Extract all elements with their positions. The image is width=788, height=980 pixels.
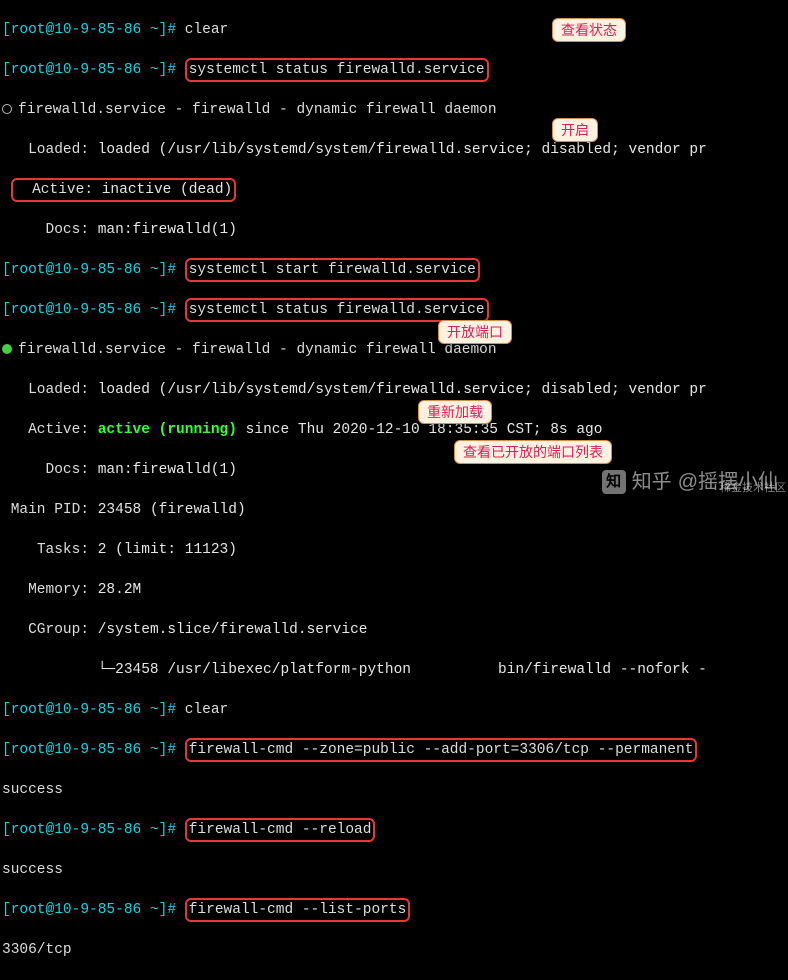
result-success1: success xyxy=(2,780,786,800)
svc2-title: firewalld.service - firewalld - dynamic … xyxy=(2,340,786,360)
prompt: [root@10-9-85-86 ~]# xyxy=(2,902,176,918)
cmd-addport-box: firewall-cmd --zone=public --add-port=33… xyxy=(185,738,698,762)
cmd-listports-box: firewall-cmd --list-ports xyxy=(185,898,411,922)
cmd-start: systemctl start firewalld.service xyxy=(189,262,476,278)
svc1-docs: Docs: man:firewalld(1) xyxy=(2,220,786,240)
svc2-cgroup-child: └─23458 /usr/libexec/platform-python bin… xyxy=(2,660,786,680)
prompt: [root@10-9-85-86 ~]# xyxy=(2,262,176,278)
prompt: [root@10-9-85-86 ~]# xyxy=(2,302,176,318)
line-23: [root@10-9-85-86 ~]# firewall-cmd --list… xyxy=(2,900,786,920)
svc2-cgroup: CGroup: /system.slice/firewalld.service xyxy=(2,620,786,640)
cmd-reload-box: firewall-cmd --reload xyxy=(185,818,376,842)
svc2-memory: Memory: 28.2M xyxy=(2,580,786,600)
status-dot-inactive xyxy=(2,102,18,118)
prompt: [root@10-9-85-86 ~]# xyxy=(2,62,176,78)
result-success2: success xyxy=(2,860,786,880)
svc2-loaded: Loaded: loaded (/usr/lib/systemd/system/… xyxy=(2,380,786,400)
line-19: [root@10-9-85-86 ~]# firewall-cmd --zone… xyxy=(2,740,786,760)
cmd-reload: firewall-cmd --reload xyxy=(189,822,372,838)
annotation-reload: 重新加载 xyxy=(418,400,492,424)
svc2-mainpid: Main PID: 23458 (firewalld) xyxy=(2,500,786,520)
active-running: active (running) xyxy=(98,422,237,438)
line-2: [root@10-9-85-86 ~]# systemctl status fi… xyxy=(2,60,786,80)
svc2-active: Active: active (running) since Thu 2020-… xyxy=(2,420,786,440)
cmd-start-box: systemctl start firewalld.service xyxy=(185,258,480,282)
line-1: [root@10-9-85-86 ~]# clear xyxy=(2,20,786,40)
prompt: [root@10-9-85-86 ~]# xyxy=(2,742,176,758)
annotation-status: 查看状态 xyxy=(552,18,626,42)
svc2-tasks: Tasks: 2 (limit: 11123) xyxy=(2,540,786,560)
watermark: 知 知乎 @摇摆小仙 xyxy=(602,470,778,494)
prompt: [root@10-9-85-86 ~]# xyxy=(2,702,176,718)
watermark-site: 知乎 xyxy=(632,472,672,492)
cmd-addport: firewall-cmd --zone=public --add-port=33… xyxy=(189,742,694,758)
line-21: [root@10-9-85-86 ~]# firewall-cmd --relo… xyxy=(2,820,786,840)
cmd-clear: clear xyxy=(185,22,229,38)
line-7: [root@10-9-85-86 ~]# systemctl start fir… xyxy=(2,260,786,280)
status-dot-active xyxy=(2,342,18,358)
cmd-status-box: systemctl status firewalld.service xyxy=(185,58,489,82)
zhihu-icon: 知 xyxy=(602,470,626,494)
svc1-active: Active: inactive (dead) xyxy=(2,180,786,200)
svc1-loaded: Loaded: loaded (/usr/lib/systemd/system/… xyxy=(2,140,786,160)
line-8: [root@10-9-85-86 ~]# systemctl status fi… xyxy=(2,300,786,320)
prompt: [root@10-9-85-86 ~]# xyxy=(2,22,176,38)
svc1-title: firewalld.service - firewalld - dynamic … xyxy=(2,100,786,120)
prompt: [root@10-9-85-86 ~]# xyxy=(2,822,176,838)
result-portlist: 3306/tcp xyxy=(2,940,786,960)
annotation-start: 开启 xyxy=(552,118,598,142)
cmd-status: systemctl status firewalld.service xyxy=(189,62,485,78)
watermark-author: @摇摆小仙 xyxy=(678,472,778,492)
annotation-openport: 开放端口 xyxy=(438,320,512,344)
active-inactive-box: Active: inactive (dead) xyxy=(11,178,237,202)
cmd-listports: firewall-cmd --list-ports xyxy=(189,902,407,918)
annotation-listports: 查看已开放的端口列表 xyxy=(454,440,612,464)
cmd-status2-box: systemctl status firewalld.service xyxy=(185,298,489,322)
line-18: [root@10-9-85-86 ~]# clear xyxy=(2,700,786,720)
